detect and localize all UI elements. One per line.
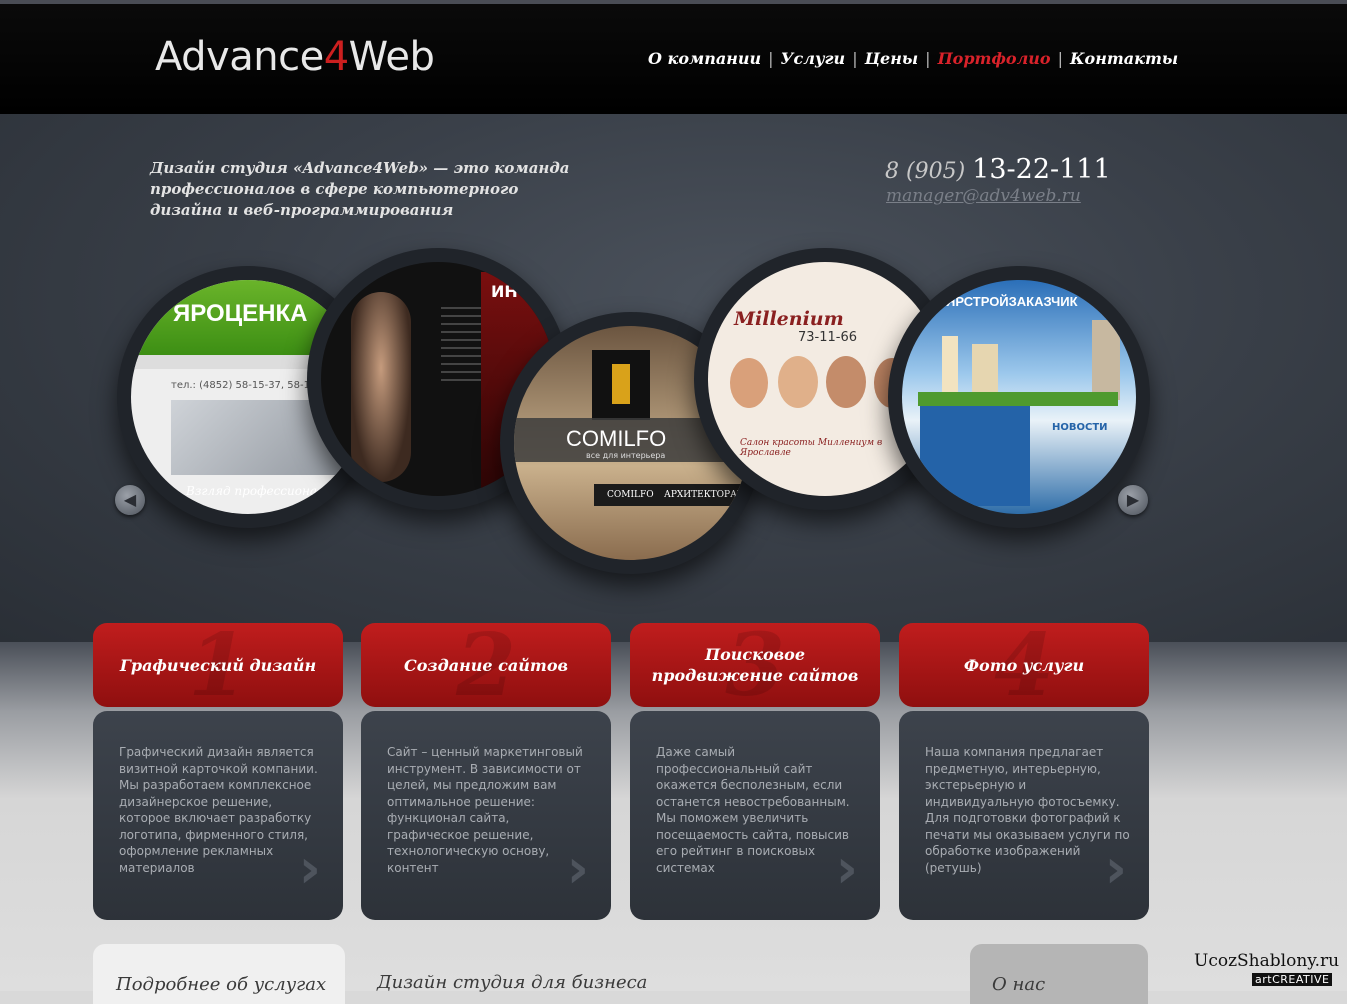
- slider-prev-button[interactable]: ◀: [115, 485, 145, 515]
- slide-phone: 73-11-66: [798, 330, 858, 345]
- chevron-right-icon: ▶: [1126, 490, 1140, 509]
- slide-title: ЯРСТРОЙЗАКАЗЧИК: [946, 294, 1078, 309]
- slide-phone: тел.: (4852) 58-15-37, 58-15-3: [171, 380, 327, 391]
- header: Advance4Web О компании | Услуги | Цены |…: [0, 4, 1347, 114]
- tagline: Дизайн студия «Advance4Web» — это команд…: [150, 159, 570, 219]
- tab-services-more-label: Подробнее об услугах: [116, 974, 327, 995]
- studio-heading: Дизайн студия для бизнеса: [377, 972, 648, 993]
- slide-title: Millenium: [734, 308, 844, 330]
- chevron-left-icon: ◀: [123, 490, 137, 509]
- nav-item-about[interactable]: О компании: [648, 49, 761, 68]
- nav-item-portfolio[interactable]: Портфолио: [938, 49, 1051, 68]
- slide-caption: Салон красоты Миллениум в Ярославле: [740, 438, 883, 458]
- slide-title: COMILFO: [566, 426, 667, 451]
- slide-caption: Взгляд профессионалов: [186, 484, 339, 498]
- chevron-right-icon[interactable]: ›: [299, 842, 321, 896]
- chevron-right-icon[interactable]: ›: [836, 842, 858, 896]
- chevron-right-icon[interactable]: ›: [1105, 842, 1127, 896]
- service-card-web-sites: Сайт – ценный маркетинговый инструмент. …: [361, 711, 611, 920]
- chevron-right-icon[interactable]: ›: [567, 842, 589, 896]
- nav-item-prices[interactable]: Цены: [865, 49, 919, 68]
- service-header-graphic-design[interactable]: 1 Графический дизайн: [93, 623, 343, 707]
- service-card-graphic-design: Графический дизайн является визитной кар…: [93, 711, 343, 920]
- slide-caption: НОВОСТИ: [1052, 422, 1108, 433]
- watermark-site: UcozShablony.ru: [1194, 951, 1340, 971]
- service-header-web-sites[interactable]: 2 Создание сайтов: [361, 623, 611, 707]
- slide-title: ЯРОЦЕНКА: [173, 300, 308, 327]
- service-header-seo[interactable]: 3 Поисковое продвижение сайтов: [630, 623, 880, 707]
- nav-item-contacts[interactable]: Контакты: [1070, 49, 1178, 68]
- logo[interactable]: Advance4Web: [155, 34, 435, 80]
- slider-next-button[interactable]: ▶: [1118, 485, 1148, 515]
- tab-about-label: О нас: [992, 974, 1046, 995]
- slide-link[interactable]: COMILFO: [607, 490, 654, 500]
- slide-caption: все для интерьера: [586, 451, 666, 460]
- email-link[interactable]: manager@adv4web.ru: [886, 186, 1081, 206]
- slide-title: ИН: [491, 282, 518, 301]
- slide-link[interactable]: АРХИТЕКТОРАМ: [664, 490, 746, 500]
- watermark-tag: artCREATIVE: [1252, 973, 1333, 986]
- service-card-photo: Наша компания предлагает предметную, инт…: [899, 711, 1149, 920]
- service-card-seo: Даже самый профессиональный сайт окажетс…: [630, 711, 880, 920]
- phone: 8 (905) 13-22-111: [885, 154, 1111, 185]
- nav-item-services[interactable]: Услуги: [781, 49, 846, 68]
- service-header-photo[interactable]: 4 Фото услуги: [899, 623, 1149, 707]
- main-nav: О компании | Услуги | Цены | Портфолио |…: [648, 49, 1179, 68]
- portfolio-slide-5[interactable]: ЯРСТРОЙЗАКАЗЧИК НОВОСТИ: [888, 266, 1150, 528]
